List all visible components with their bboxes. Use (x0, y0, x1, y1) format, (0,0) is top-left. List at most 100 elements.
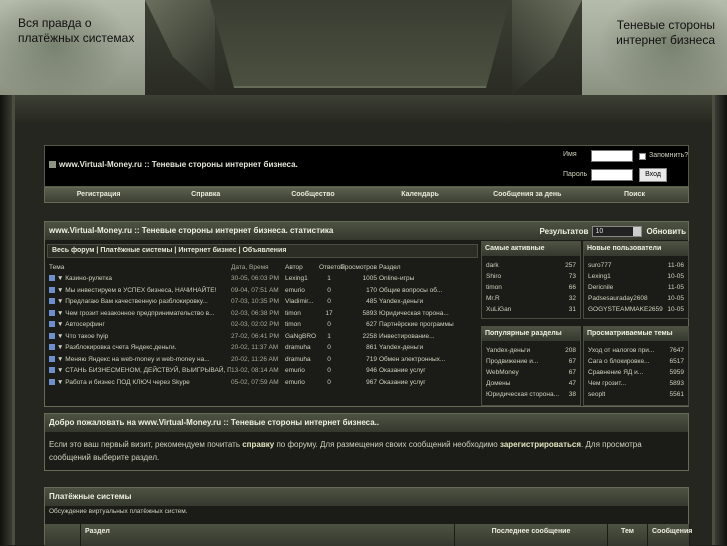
section-link[interactable]: Оказание услуг (379, 365, 478, 377)
welcome-text-part: по форуму. Для размещения своих сообщени… (274, 440, 500, 449)
refresh-button[interactable]: Обновить (646, 227, 686, 236)
username-label: Имя (563, 151, 577, 158)
author-link[interactable]: timon (285, 319, 319, 331)
list-item: Уход от налогов при... 7647 (584, 345, 688, 356)
nav-help[interactable]: Справка (152, 188, 259, 202)
list-item-label[interactable]: suro777 (588, 260, 612, 271)
post-date: 20-02, 11:37 AM (231, 344, 279, 351)
topic-link[interactable]: ▼ Казино-рулетка (47, 273, 231, 285)
topic-link[interactable]: ▼ СТАНЬ БИЗНЕСМЕНОМ, ДЕЙСТВУЙ, ВЫИГРЫВАЙ… (47, 365, 231, 377)
login-button[interactable]: Вход (639, 168, 667, 182)
help-link[interactable]: справку (242, 440, 274, 449)
topic-title[interactable]: ▼ Меняю Яндекс на web-money и web-money … (57, 356, 210, 363)
topic-title[interactable]: ▼ Мы инвестируем в УСПЕХ бизнеса, НАЧИНА… (57, 287, 216, 294)
reply-count: 0 (327, 298, 331, 305)
list-item-label[interactable]: Dericnile (588, 282, 613, 293)
author-link[interactable]: emurio (285, 365, 319, 377)
list-item-label[interactable]: Padsesauraday2608 (588, 293, 648, 304)
list-item-value: 11-06 (667, 262, 684, 269)
topic-title[interactable]: ▼ Автосерфинг (57, 321, 105, 328)
author-link[interactable]: Lexing1 (285, 273, 319, 285)
list-item-label[interactable]: seoplt (588, 389, 605, 400)
author-link[interactable]: Vladimir... (285, 296, 319, 308)
section-link[interactable]: Инвестирование... (379, 331, 478, 343)
list-item-label[interactable]: XuLiGan (486, 304, 511, 315)
list-item-label[interactable]: Чем грозит... (588, 378, 626, 389)
list-item-label[interactable]: Уход от налогов при... (588, 345, 654, 356)
register-link[interactable]: зарегистрироваться (500, 440, 581, 449)
list-item-label[interactable]: dark (486, 260, 499, 271)
list-item-value: 5893 (669, 380, 684, 387)
topic-link[interactable]: ▼ Что такое hyip (47, 331, 231, 343)
nav-community[interactable]: Сообщество (259, 188, 366, 202)
remember-checkbox[interactable] (639, 153, 646, 160)
topic-title[interactable]: ▼ Казино-рулетка (57, 275, 112, 282)
author-link[interactable]: timon (285, 308, 319, 320)
section-link[interactable]: Партнёрские программы (379, 319, 478, 331)
list-item: suro777 11-06 (584, 260, 688, 271)
view-count: 946 (366, 367, 377, 374)
list-item-label[interactable]: Продвижение и... (486, 356, 538, 367)
login-form: Имя Запомнить? Пароль Вход (559, 146, 689, 186)
topic-title[interactable]: ▼ Что такое hyip (57, 333, 108, 340)
section-link[interactable]: Online-игры (379, 273, 478, 285)
list-item: Сравнение ЯД и... 5959 (584, 367, 688, 378)
topic-title[interactable]: ▼ Чем грозит незаконное предпринимательс… (57, 310, 215, 317)
list-item-label[interactable]: GOGYSTEAMMAKE2659 (588, 304, 663, 315)
col-topic: Тема (49, 264, 65, 271)
list-item-label[interactable]: Lexing1 (588, 271, 611, 282)
author-link[interactable]: emurio (285, 285, 319, 297)
author-link[interactable]: dramuha (285, 342, 319, 354)
topic-title[interactable]: ▼ Работа и бизнес ПОД КЛЮЧ через Skype (57, 379, 190, 386)
list-item-label[interactable]: Домены (486, 378, 510, 389)
list-item-label[interactable]: Shiro (486, 271, 501, 282)
site-title-text[interactable]: www.Virtual-Money.ru :: Теневые стороны … (59, 160, 298, 169)
topic-link[interactable]: ▼ Мы инвестируем в УСПЕХ бизнеса, НАЧИНА… (47, 285, 231, 297)
box-title: Самые активные (482, 242, 580, 256)
list-item: Домены 47 (482, 378, 580, 389)
list-item-label[interactable]: WebMoney (486, 367, 519, 378)
stats-tabs[interactable]: Весь форум | Платёжные системы | Интерне… (47, 244, 478, 258)
topic-link[interactable]: ▼ Автосерфинг (47, 319, 231, 331)
list-item-label[interactable]: Сравнение ЯД и... (588, 367, 643, 378)
section-link[interactable]: Общие вопросы об... (379, 285, 478, 297)
section-link[interactable]: Yandex-деньги (379, 342, 478, 354)
list-item-label[interactable]: Yandex-деньги (486, 345, 530, 356)
topic-link[interactable]: ▼ Предлагаю Вам качественную разблокиров… (47, 296, 231, 308)
nav-register[interactable]: Регистрация (45, 188, 152, 202)
list-item-label[interactable]: timon (486, 282, 502, 293)
table-row: ▼ Разблокировка счета Яндекс.деньги. 20-0… (47, 342, 478, 354)
topic-title[interactable]: ▼ СТАНЬ БИЗНЕСМЕНОМ, ДЕЙСТВУЙ, ВЫИГРЫВАЙ… (57, 367, 231, 374)
topic-link[interactable]: ▼ Чем грозит незаконное предпринимательс… (47, 308, 231, 320)
author-link[interactable]: dramuha (285, 354, 319, 366)
list-item-label[interactable]: Mr.R (486, 293, 500, 304)
nav-todays-posts[interactable]: Сообщения за день (474, 188, 581, 202)
frame-border (715, 95, 727, 545)
list-item-label[interactable]: Юридическая сторона... (486, 389, 559, 400)
topic-icon (49, 367, 55, 374)
author-link[interactable]: GaNgBRO (285, 331, 319, 343)
topic-link[interactable]: ▼ Меняю Яндекс на web-money и web-money … (47, 354, 231, 366)
reply-count: 0 (327, 321, 331, 328)
list-item-label[interactable]: Сага о блокировке... (588, 356, 649, 367)
section-link[interactable]: Yandex-деньги (379, 296, 478, 308)
topic-icon (49, 321, 55, 328)
category-title[interactable]: Платёжные системы (45, 488, 688, 506)
post-date: 07-03, 10:35 PM (231, 298, 280, 305)
nav-search[interactable]: Поиск (581, 188, 688, 202)
list-item-value: 31 (568, 306, 576, 313)
section-link[interactable]: Юридическая торона... (379, 308, 478, 320)
results-select[interactable]: 10 (592, 225, 643, 237)
list-item: XuLiGan 31 (482, 304, 580, 315)
topic-link[interactable]: ▼ Работа и бизнес ПОД КЛЮЧ через Skype (47, 377, 231, 389)
topic-title[interactable]: ▼ Предлагаю Вам качественную разблокиров… (57, 298, 208, 305)
nav-calendar[interactable]: Календарь (367, 188, 474, 202)
author-link[interactable]: emurio (285, 377, 319, 389)
password-input[interactable] (591, 169, 633, 181)
section-link[interactable]: Оказание услуг (379, 377, 478, 389)
username-input[interactable] (591, 150, 633, 162)
table-row: ▼ Меняю Яндекс на web-money и web-money … (47, 354, 478, 366)
topic-link[interactable]: ▼ Разблокировка счета Яндекс.деньги. (47, 342, 231, 354)
section-link[interactable]: Обмен электронных... (379, 354, 478, 366)
topic-title[interactable]: ▼ Разблокировка счета Яндекс.деньги. (57, 344, 176, 351)
